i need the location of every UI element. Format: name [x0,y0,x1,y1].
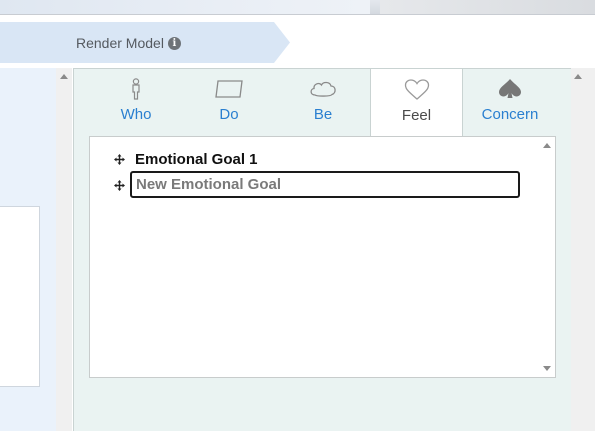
preview-shade [380,0,595,14]
tab-do[interactable]: Do [183,68,275,136]
scroll-up-arrow-icon[interactable] [543,143,551,148]
info-icon[interactable]: i [167,36,181,50]
parallelogram-icon [214,78,244,100]
left-scrollbar[interactable] [56,68,72,431]
top-image-strip [0,0,595,15]
scroll-down-arrow-icon[interactable] [543,366,551,371]
scroll-up-arrow-icon[interactable] [60,74,68,79]
cloud-icon [309,78,337,100]
tab-label: Be [313,106,333,123]
tab-label: Who [120,106,152,123]
list-scrollbar[interactable] [540,137,555,377]
tab-be[interactable]: Be [277,68,369,136]
goal-label[interactable]: Emotional Goal 1 [135,151,258,168]
tab-who[interactable]: Who [90,68,182,136]
right-scrollbar[interactable] [571,68,595,431]
tab-label: Concern [481,106,539,123]
left-panel [0,68,56,431]
render-model-link[interactable]: Render Model i [76,34,181,52]
move-icon[interactable] [113,153,125,165]
scroll-up-arrow-icon[interactable] [574,74,582,79]
heart-icon [404,79,430,101]
tab-feel[interactable]: Feel [370,68,463,138]
tab-label: Feel [401,107,432,124]
spade-icon [497,78,523,100]
new-goal-input[interactable] [130,171,520,198]
left-content-box [0,206,40,387]
list-item[interactable]: Emotional Goal 1 [113,147,258,171]
tab-label: Do [219,106,239,123]
preview-image [0,0,370,14]
tab-concern[interactable]: Concern [464,68,556,136]
render-model-label: Render Model [76,35,164,51]
person-icon [129,78,143,100]
move-icon[interactable] [113,179,125,191]
